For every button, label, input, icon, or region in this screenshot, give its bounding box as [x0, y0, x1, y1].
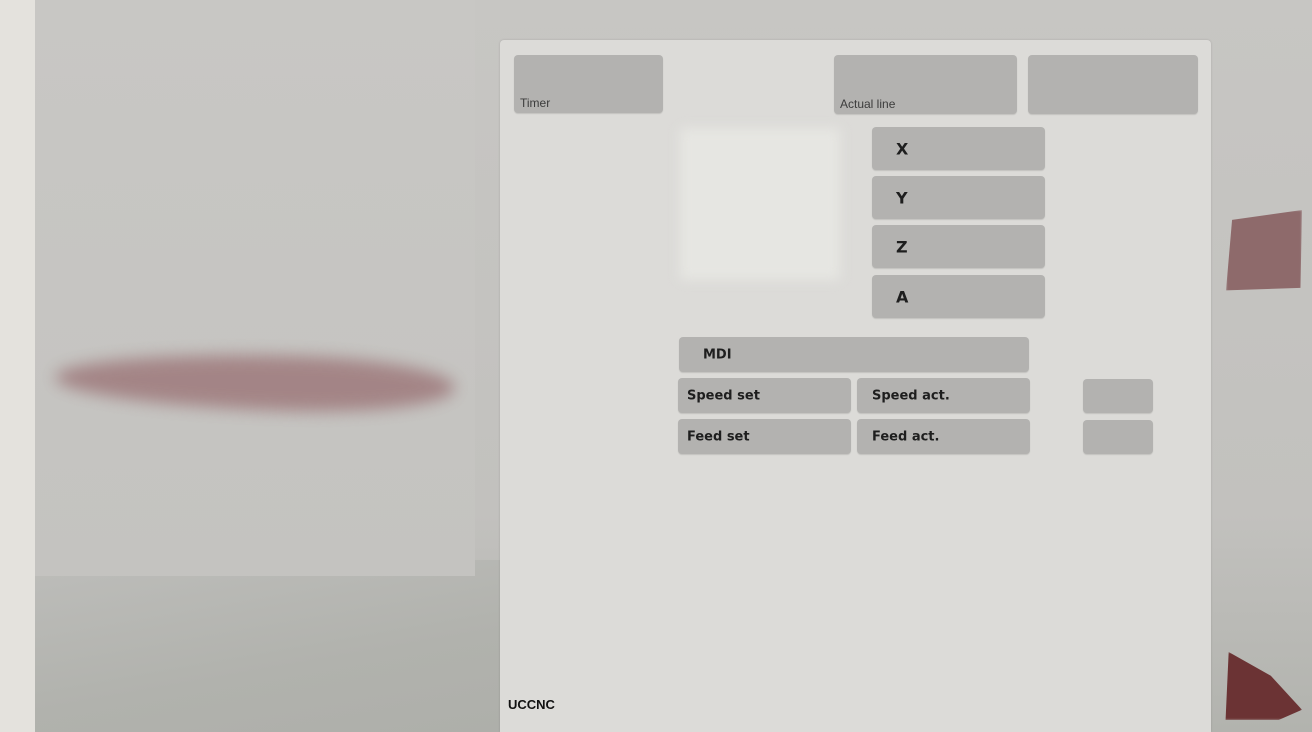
speed-set-label: Speed set — [687, 388, 760, 403]
axis-x-dro[interactable]: X — [872, 127, 1045, 170]
speed-set-field[interactable]: Speed set — [678, 378, 851, 413]
feed-act-field: Feed act. — [857, 419, 1030, 454]
status-display — [1028, 55, 1198, 114]
mdi-label: MDI — [703, 347, 732, 362]
timer-label: Timer — [520, 96, 551, 110]
control-panel: Timer Actual line X Y Z A MDI Speed set … — [500, 40, 1211, 732]
background-lower — [35, 560, 505, 732]
speed-override-field[interactable] — [1083, 379, 1153, 413]
left-border-strip — [0, 0, 35, 732]
speed-act-label: Speed act. — [872, 388, 950, 403]
axis-y-dro[interactable]: Y — [872, 176, 1045, 219]
speed-act-field: Speed act. — [857, 378, 1030, 413]
axis-z-dro[interactable]: Z — [872, 225, 1045, 268]
logo-image — [680, 128, 840, 280]
side-graphic-top — [1226, 210, 1302, 291]
actual-line-display: Actual line — [834, 55, 1017, 114]
axis-a-label: A — [896, 287, 909, 306]
feed-set-field[interactable]: Feed set — [678, 419, 851, 454]
tool-graphic — [54, 349, 456, 416]
brand-label: UCCNC — [508, 697, 555, 712]
axis-a-dro[interactable]: A — [872, 275, 1045, 318]
axis-x-label: X — [896, 139, 909, 158]
feed-set-label: Feed set — [687, 429, 750, 444]
timer-display: Timer — [514, 55, 663, 113]
axis-y-label: Y — [896, 188, 908, 207]
feed-override-field[interactable] — [1083, 420, 1153, 454]
actual-line-label: Actual line — [840, 97, 896, 111]
feed-act-label: Feed act. — [872, 429, 940, 444]
toolpath-viewport[interactable] — [35, 0, 475, 576]
mdi-input[interactable]: MDI — [679, 337, 1029, 372]
axis-z-label: Z — [896, 237, 908, 256]
